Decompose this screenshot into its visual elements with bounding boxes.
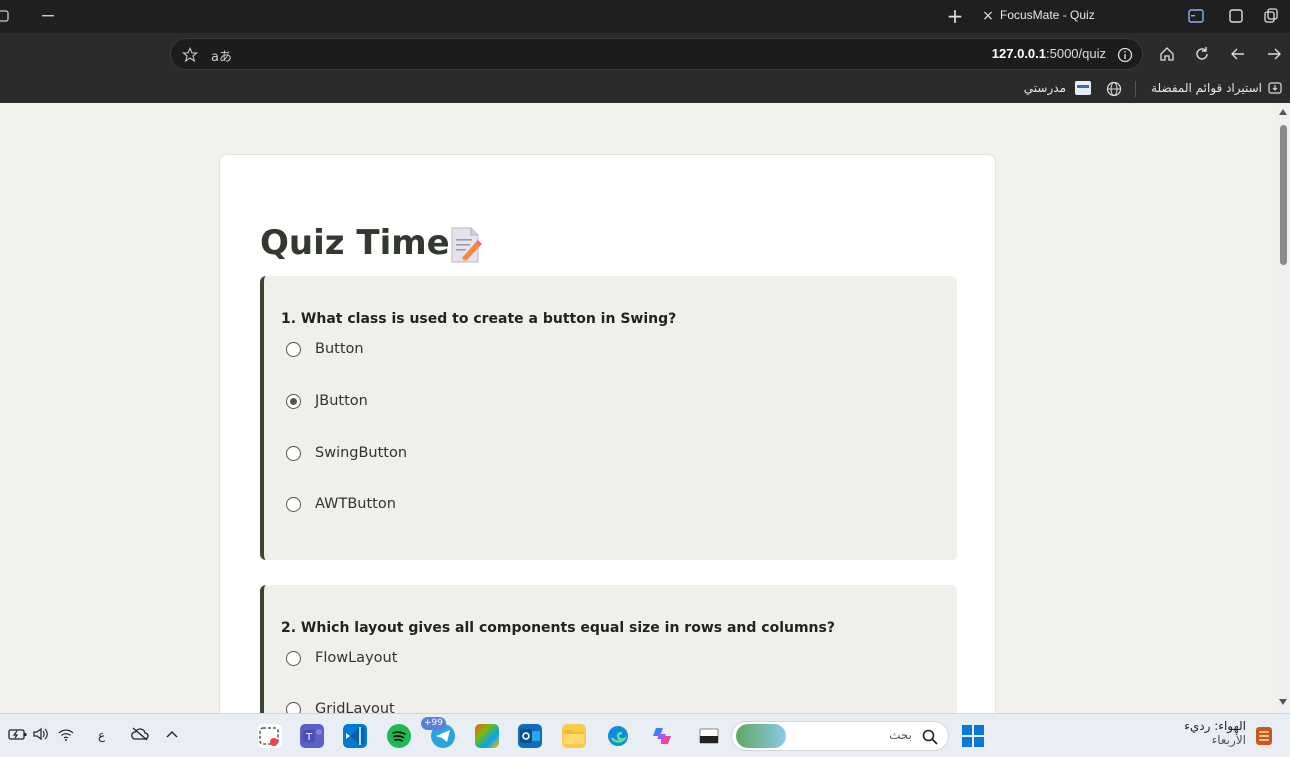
snipping-tool-icon[interactable] (258, 724, 282, 748)
browser-address-bar: aあ 127.0.0.1:5000/quiz (0, 33, 1290, 75)
bookmark-divider (1135, 81, 1136, 97)
favorite-star-icon[interactable] (181, 46, 199, 64)
copilot-icon[interactable] (650, 724, 674, 748)
spotify-icon[interactable] (387, 724, 411, 748)
home-icon[interactable] (1158, 45, 1176, 63)
url-host: 127.0.0.1 (991, 46, 1046, 61)
weather-day: الأربعاء (1211, 733, 1246, 747)
battery-charging-icon[interactable] (8, 727, 28, 744)
back-arrow-icon[interactable] (1229, 45, 1247, 63)
maximize-icon[interactable] (1227, 8, 1245, 24)
bookmark-import-favorites[interactable]: استيراد قوائم المفضلة (1151, 81, 1262, 95)
read-aloud-lang[interactable]: aあ (211, 46, 232, 65)
option-swingbutton[interactable]: SwingButton (286, 445, 407, 461)
sidebar-toggle-icon[interactable] (1187, 8, 1205, 24)
radio-button[interactable] (286, 701, 301, 713)
forward-arrow-icon[interactable] (1265, 45, 1283, 63)
memo-pencil-icon (450, 227, 482, 267)
radio-button[interactable] (286, 341, 301, 357)
terminal-icon[interactable] (697, 724, 721, 748)
svg-text:T: T (305, 732, 313, 743)
volume-icon[interactable] (33, 727, 49, 744)
browser-tab-bar: + × FocusMate - Quiz (0, 0, 1290, 33)
bookmarks-bar: استيراد قوائم المفضلة مدرستي (0, 75, 1290, 103)
vscode-icon[interactable] (343, 724, 367, 748)
quiz-card: Quiz Time 1. What class is used to creat… (219, 154, 996, 713)
option-gridlayout[interactable]: GridLayout (286, 701, 395, 713)
tab-title: FocusMate - Quiz (1000, 8, 1095, 22)
outlook-icon[interactable] (518, 724, 542, 748)
question-text: 2. Which layout gives all components equ… (281, 620, 835, 636)
page-title: Quiz Time (260, 223, 450, 263)
search-highlight-image (736, 724, 786, 748)
site-info-icon[interactable] (1116, 46, 1134, 64)
import-favorites-icon (1267, 80, 1283, 96)
tab-actions-icon[interactable] (0, 8, 10, 24)
question-text: 1. What class is used to create a button… (281, 311, 677, 327)
option-label: JButton (315, 393, 368, 409)
question-card-1: 1. What class is used to create a button… (260, 276, 957, 560)
url-field[interactable]: aあ 127.0.0.1:5000/quiz (170, 38, 1143, 70)
microsoft-365-icon[interactable] (475, 724, 499, 748)
question-card-2: 2. Which layout gives all components equ… (260, 585, 957, 713)
teams-icon[interactable]: T (300, 724, 324, 748)
show-hidden-icons-chevron-icon[interactable] (166, 728, 178, 742)
option-awtbutton[interactable]: AWTButton (286, 496, 396, 512)
telegram-badge: +99 (421, 717, 446, 730)
scroll-thumb[interactable] (1280, 125, 1287, 265)
option-label: Button (315, 341, 364, 357)
option-button[interactable]: Button (286, 341, 364, 357)
refresh-icon[interactable] (1193, 45, 1211, 63)
option-label: FlowLayout (315, 650, 398, 666)
url-text: 127.0.0.1:5000/quiz (992, 46, 1106, 61)
edge-icon[interactable] (606, 724, 630, 748)
input-language-indicator[interactable]: ع (98, 728, 105, 742)
school-favicon-icon (1075, 81, 1091, 95)
cloud-offline-icon[interactable] (131, 727, 149, 744)
weather-air-quality-icon (1253, 725, 1275, 751)
search-placeholder: بحث (889, 728, 912, 742)
windows-start-icon[interactable] (961, 724, 985, 748)
weather-text: الهواء: رديء الأربعاء (1184, 719, 1246, 747)
radio-button[interactable] (286, 445, 301, 461)
url-path: :5000/quiz (1046, 46, 1106, 61)
page-viewport: Quiz Time 1. What class is used to creat… (0, 103, 1277, 713)
minimize-icon[interactable] (40, 8, 56, 24)
option-flowlayout[interactable]: FlowLayout (286, 650, 397, 666)
radio-button-selected[interactable] (286, 393, 301, 409)
windows-taskbar: ع T +99 بحث الهواء: رديء الأربعاء (0, 713, 1290, 757)
option-label: AWTButton (315, 496, 396, 512)
bookmark-school[interactable]: مدرستي (1024, 81, 1066, 95)
scroll-down-arrow-icon[interactable] (1279, 699, 1287, 705)
wifi-icon[interactable] (58, 728, 74, 744)
taskbar-search-box[interactable]: بحث (731, 721, 949, 751)
workspaces-icon[interactable] (1262, 8, 1280, 24)
close-tab-icon[interactable]: × (981, 8, 995, 24)
file-explorer-icon[interactable] (562, 724, 586, 748)
option-label: SwingButton (315, 445, 408, 461)
globe-icon[interactable] (1105, 80, 1123, 98)
radio-button[interactable] (286, 650, 301, 666)
page-scrollbar[interactable] (1277, 103, 1290, 713)
new-tab-icon[interactable]: + (945, 4, 965, 28)
option-label: GridLayout (315, 701, 395, 713)
scroll-up-arrow-icon[interactable] (1279, 109, 1287, 115)
weather-air-quality: الهواء: رديء (1184, 719, 1246, 733)
radio-button[interactable] (286, 496, 301, 512)
option-jbutton[interactable]: JButton (286, 393, 368, 409)
search-icon (922, 729, 938, 749)
